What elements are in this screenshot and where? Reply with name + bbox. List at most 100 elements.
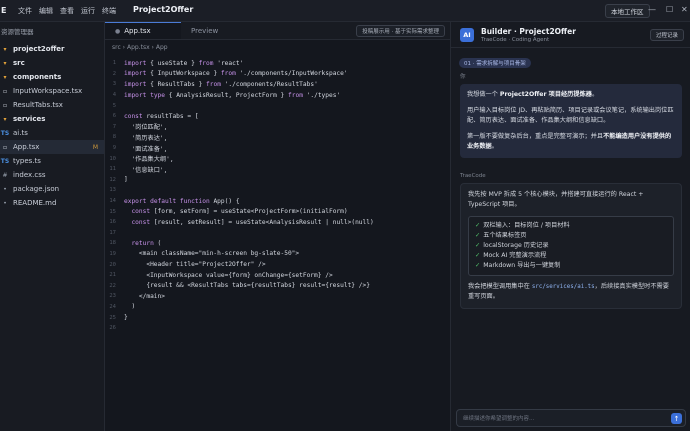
code-line: 20 <Header title="Project2Offer" />: [105, 259, 451, 270]
code-line: 12]: [105, 175, 451, 186]
breadcrumb: src › App.tsx › App: [112, 43, 168, 51]
code-text: import { InputWorkspace } from './compon…: [124, 70, 348, 78]
code-line: 21 <InputWorkspace value={form} onChange…: [105, 270, 451, 281]
line-number: 17: [109, 229, 116, 236]
code-text: '简历表达',: [131, 134, 168, 142]
tree-file-inputworkspace[interactable]: ▫ InputWorkspace.tsx: [0, 84, 104, 98]
checklist-item: ✓ Markdown 导出与一键复制: [475, 262, 561, 269]
code-text: return (: [131, 239, 162, 247]
check-icon: ✓: [475, 252, 481, 259]
check-icon: ✓: [475, 262, 481, 269]
css-icon: #: [2, 171, 8, 179]
code-line: 24 ): [105, 302, 451, 313]
tab-preview[interactable]: Preview: [181, 22, 228, 39]
code-text: {result && <ResultTabs tabs={resultTabs}…: [146, 282, 370, 290]
line-number: 14: [109, 198, 116, 205]
tree-file-resulttabs[interactable]: ▫ ResultTabs.tsx: [0, 98, 104, 112]
line-number: 23: [109, 293, 116, 300]
code-text: import type { AnalysisResult, ProjectFor…: [124, 91, 341, 99]
minimize-icon[interactable]: —: [648, 5, 656, 14]
code-text: '作品集大纲',: [131, 156, 174, 164]
menu-edit[interactable]: 编辑: [39, 6, 53, 16]
modified-badge: M: [92, 143, 98, 151]
tree-file-app-tsx[interactable]: ▫ App.tsx M: [0, 140, 104, 154]
line-number: 8: [112, 134, 116, 141]
code-line: 9 '面试准备',: [105, 143, 451, 154]
code-text: '面试准备',: [131, 145, 168, 153]
code-line: 3 import { ResultTabs } from './component…: [105, 79, 451, 90]
tab-app-tsx[interactable]: ● App.tsx: [105, 22, 181, 39]
code-text: const [result, setResult] = useState<Ana…: [131, 218, 374, 226]
line-number: 26: [109, 325, 116, 332]
tree-file-package-json[interactable]: • package.json: [0, 182, 104, 196]
code-line: 11 '信息缺口',: [105, 164, 451, 175]
markdown-icon: •: [3, 199, 7, 207]
code-line: 16 const [result, setResult] = useState<…: [105, 217, 451, 228]
code-text: '信息缺口',: [131, 166, 168, 174]
checklist-item: ✓ localStorage 历史记录: [475, 242, 549, 249]
tree-folder-project2offer[interactable]: ▾ project2offer: [0, 42, 104, 56]
ai-outro: 我会把模型调用集中在 src/services/ai.ts，后续接真实模型时不需…: [468, 283, 669, 300]
explorer-title: 资源管理器: [1, 28, 34, 36]
inline-code: src/services/ai.ts: [531, 284, 595, 290]
code-text: ): [131, 303, 136, 311]
code-line: 4 import type { AnalysisResult, ProjectFo…: [105, 90, 451, 101]
code-area[interactable]: 1 import { useState } from 'react' 2 import…: [105, 58, 451, 333]
line-number: 4: [112, 92, 116, 99]
tree-file-readme[interactable]: • README.md: [0, 196, 104, 210]
code-line: 26: [105, 323, 451, 334]
chat-input[interactable]: 继续描述你希望调整的内容… ↑: [456, 409, 686, 427]
file-icon: ●: [115, 27, 121, 35]
user-message: 我想做一个 Project2Offer 项目经历提炼器。 用户输入目标岗位 JD…: [460, 84, 682, 158]
tree-folder-services[interactable]: ▾ services: [0, 112, 104, 126]
tree-file-ai-ts[interactable]: TS ai.ts: [0, 126, 104, 140]
tree-file-types-ts[interactable]: TS types.ts: [0, 154, 104, 168]
json-icon: •: [3, 185, 7, 193]
send-icon[interactable]: ↑: [671, 413, 682, 424]
code-text: import { ResultTabs } from './components…: [124, 80, 318, 88]
user-message-p2: 用户输入目标岗位 JD、再粘贴简历、项目记录或会议笔记，系统输出岗位匹配、简历表…: [467, 107, 674, 124]
code-line: 10 '作品集大纲',: [105, 153, 451, 164]
tree-file-index-css[interactable]: # index.css: [0, 168, 104, 182]
code-line: 13: [105, 185, 451, 196]
local-workspace-button[interactable]: 本地工作区: [605, 4, 650, 18]
line-number: 18: [109, 240, 116, 247]
ai-avatar: AI: [460, 27, 474, 42]
maximize-icon[interactable]: ☐: [666, 5, 673, 14]
checklist-item: ✓ Mock AI 完整演示流程: [475, 252, 547, 259]
code-text: }: [124, 314, 128, 322]
ai-sender-label: TraeCode: [460, 173, 486, 179]
close-icon[interactable]: ✕: [681, 5, 688, 14]
folder-open-icon: ▾: [3, 115, 7, 123]
code-line: 18 return (: [105, 238, 451, 249]
tree-folder-components[interactable]: ▾ components: [0, 70, 104, 84]
menu-terminal[interactable]: 终端: [102, 6, 116, 16]
line-number: 7: [112, 123, 116, 130]
menu-file[interactable]: 文件: [18, 6, 32, 16]
line-number: 12: [109, 176, 116, 183]
window-title: Project2Offer: [133, 5, 194, 14]
panel-header: AI Builder · Project2Offer TraeCode · Co…: [451, 22, 690, 48]
check-icon: ✓: [475, 222, 481, 229]
code-text: export default function App() {: [124, 197, 240, 205]
history-button[interactable]: 过程记录: [649, 29, 684, 41]
file-explorer: 资源管理器 ▾ project2offer ▾ src ▾ components…: [0, 22, 105, 431]
code-line: 1 import { useState } from 'react': [105, 58, 451, 69]
line-number: 13: [109, 187, 116, 194]
title-bar: E 文件 编辑 查看 运行 终端 Project2Offer 本地工作区 — ☐…: [0, 0, 690, 22]
tree-folder-src[interactable]: ▾ src: [0, 56, 104, 70]
code-line: 23 </main>: [105, 291, 451, 302]
check-icon: ✓: [475, 242, 481, 249]
task-chip[interactable]: 01 · 需求拆解与项目骨架: [459, 58, 531, 68]
user-sender-label: 你: [460, 74, 466, 80]
menu-run[interactable]: 运行: [81, 6, 95, 16]
file-icon: ▫: [2, 87, 8, 95]
menu-view[interactable]: 查看: [60, 6, 74, 16]
chat-input-placeholder: 继续描述你希望调整的内容…: [463, 416, 535, 422]
line-number: 21: [109, 272, 116, 279]
user-message-p3: 第一版不要做复杂后台，重点是完整可演示；并且不能编造用户没有提供的业务数据。: [467, 133, 672, 150]
typescript-icon: TS: [0, 157, 10, 165]
line-number: 16: [109, 219, 116, 226]
code-line: 22 {result && <ResultTabs tabs={resultTa…: [105, 280, 451, 291]
code-text: import { useState } from 'react': [124, 59, 244, 67]
